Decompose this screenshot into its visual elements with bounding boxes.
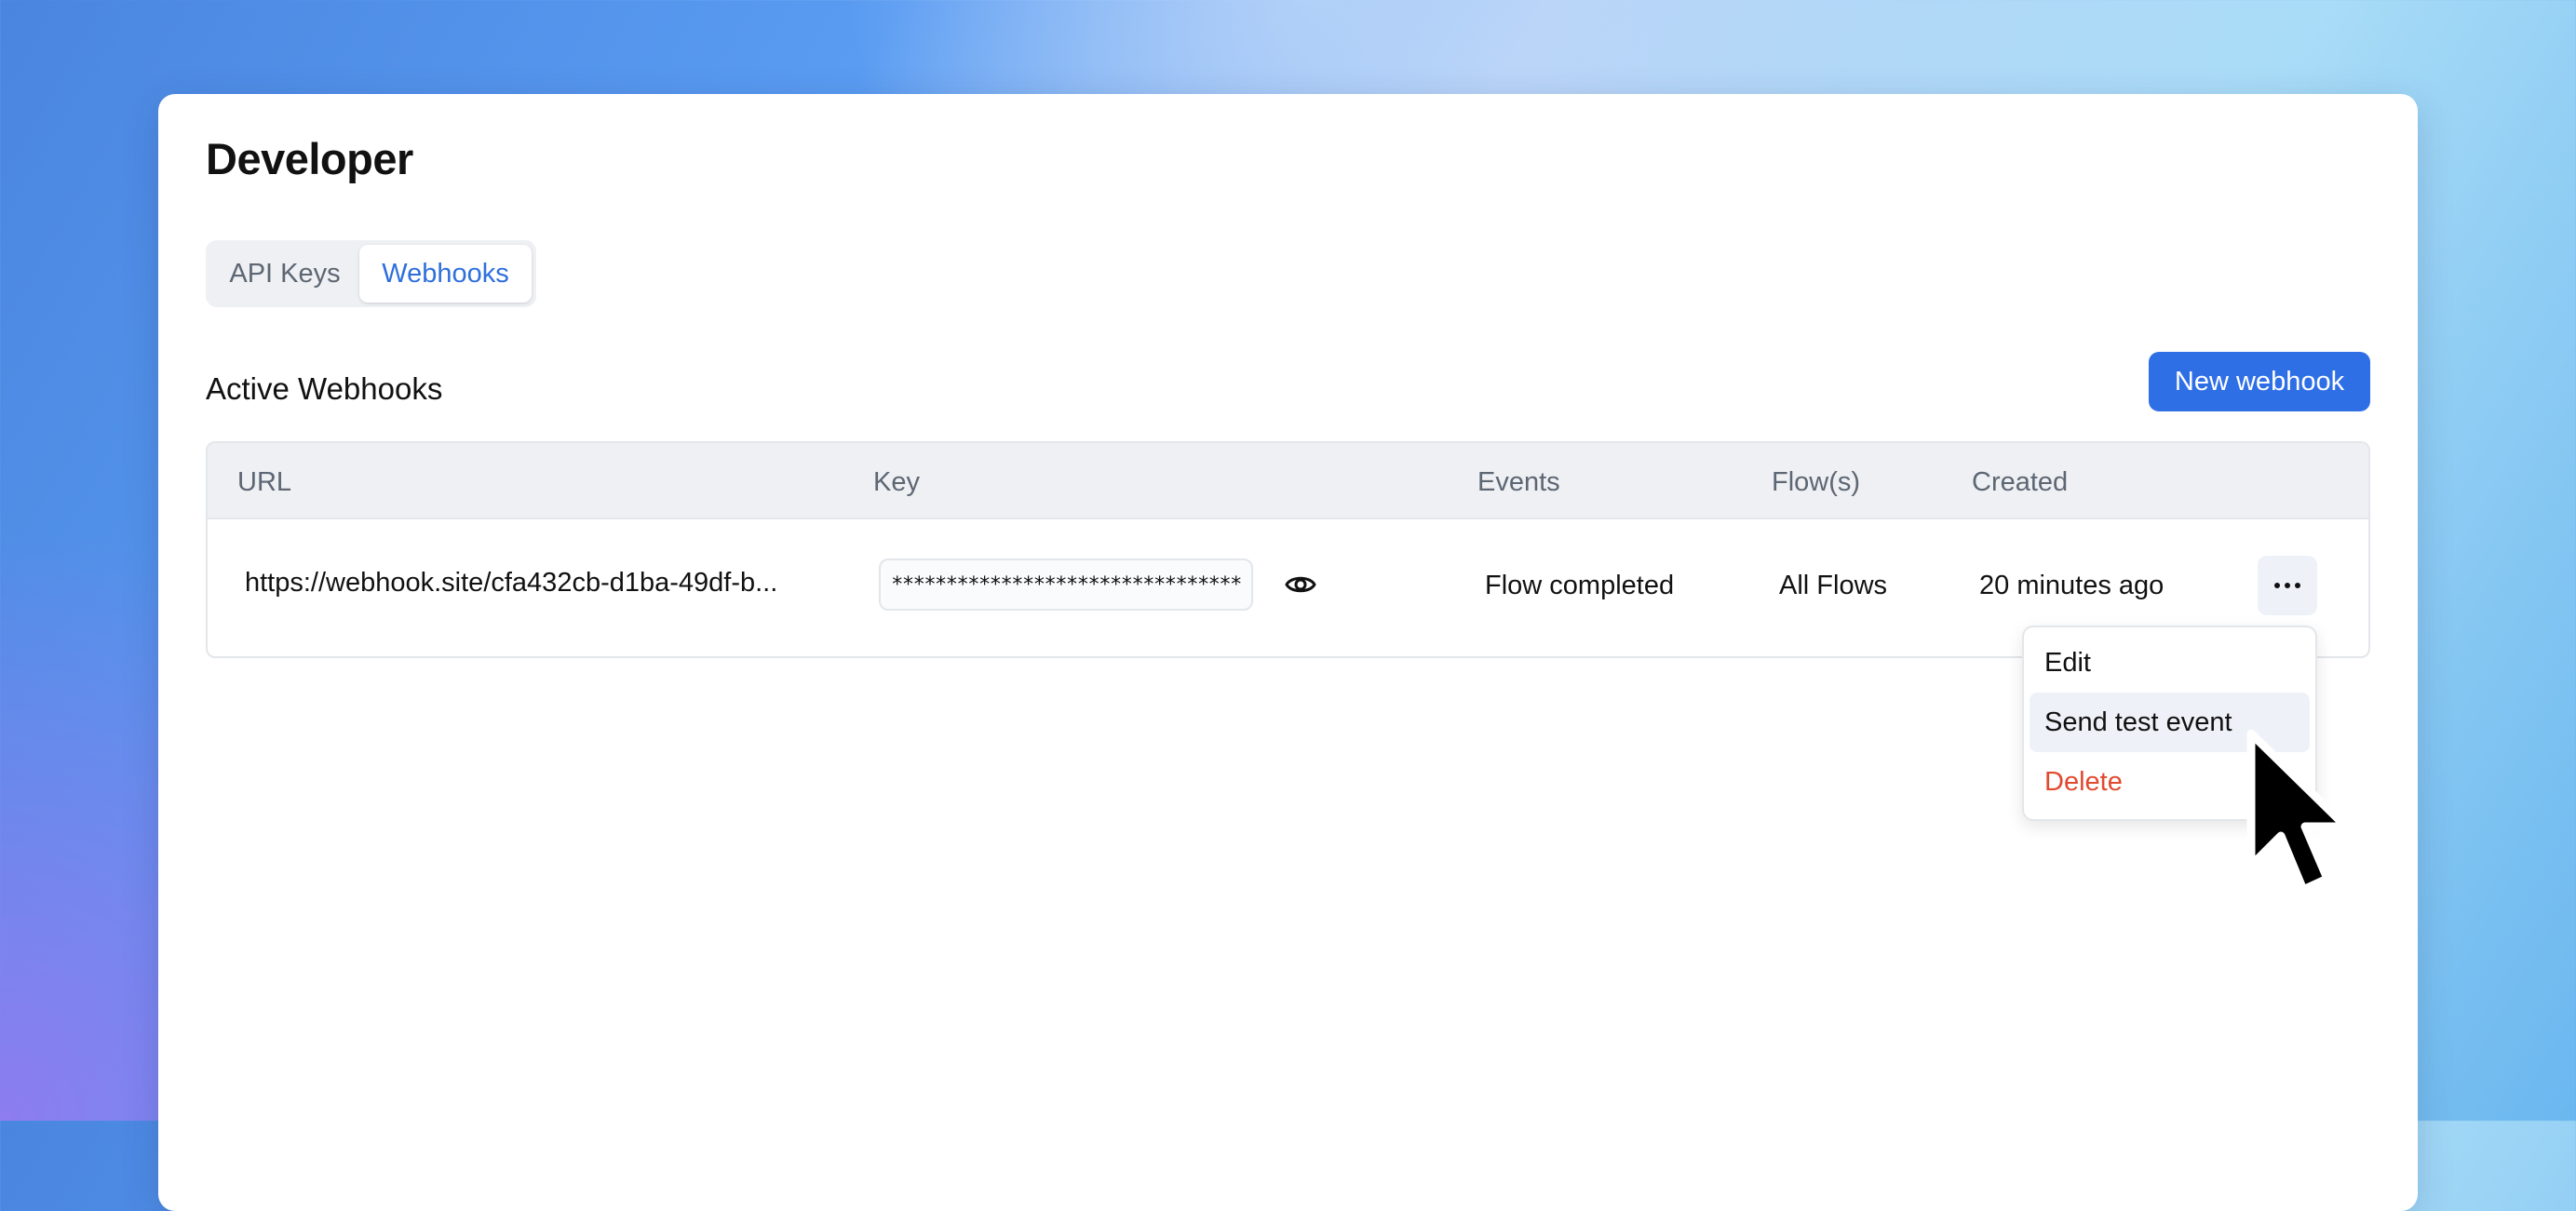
column-header-url: URL [237,467,292,497]
menu-item-send-test-event[interactable]: Send test event [2030,693,2310,752]
column-header-events: Events [1477,467,1560,497]
column-header-flows: Flow(s) [1772,467,1861,497]
tab-bar: API Keys Webhooks [206,240,536,307]
webhook-created: 20 minutes ago [1979,571,2165,600]
webhook-url: https://webhook.site/cfa432cb-d1ba-49df-… [245,568,778,598]
webhook-key-field[interactable]: ******************************** [879,558,1253,611]
tab-webhooks[interactable]: Webhooks [359,245,532,303]
new-webhook-button[interactable]: New webhook [2149,352,2370,411]
webhook-flows: All Flows [1779,571,1888,600]
more-horizontal-icon [2273,577,2301,594]
menu-item-edit[interactable]: Edit [2030,633,2310,693]
section-title: Active Webhooks [206,371,443,406]
tab-api-keys[interactable]: API Keys [210,245,359,303]
webhook-events: Flow completed [1485,571,1675,600]
column-header-key: Key [873,467,920,497]
menu-item-delete[interactable]: Delete [2030,752,2310,812]
column-header-created: Created [1972,467,2069,497]
table-header: URL Key Events Flow(s) Created [208,443,2368,519]
row-actions-button[interactable] [2258,556,2317,615]
page-title: Developer [206,134,413,183]
eye-icon[interactable] [1285,571,1316,599]
row-actions-menu: Edit Send test event Delete [2022,626,2317,821]
